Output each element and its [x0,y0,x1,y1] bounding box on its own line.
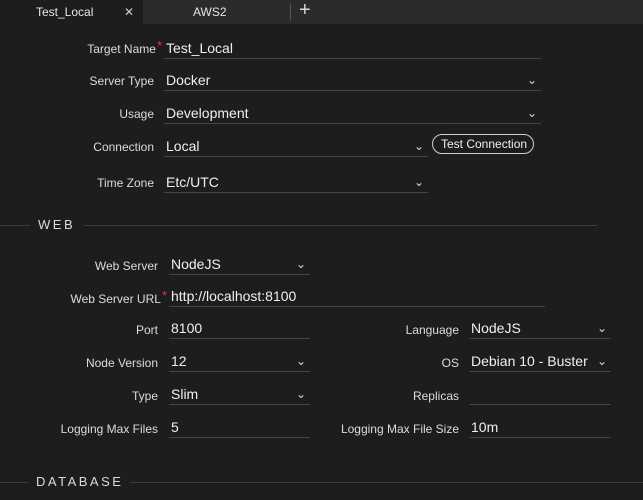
target-name-value: Test_Local [166,40,233,56]
logging-max-file-size-label: Logging Max File Size [340,422,459,436]
tab-bar: Test_Local ✕ AWS2 + [0,0,643,24]
os-select[interactable]: Debian 10 - Buster ⌄ [469,351,611,372]
chevron-down-icon: ⌄ [295,257,306,271]
server-type-value: Docker [166,72,211,88]
time-zone-label: Time Zone [97,176,154,190]
tab-test-local[interactable]: Test_Local ✕ [0,0,143,24]
type-label: Type [131,389,158,403]
target-name-label: Target Name* [87,38,162,56]
web-server-url-value: http://localhost:8100 [171,288,297,304]
web-section-title: WEB [38,217,76,232]
language-label: Language [405,323,459,337]
connection-label: Connection [93,140,154,154]
chevron-down-icon: ⌄ [596,321,607,335]
server-type-label: Server Type [89,74,154,88]
close-icon[interactable]: ✕ [124,0,134,24]
node-version-label: Node Version [85,356,158,370]
web-server-url-label: Web Server URL* [70,288,167,306]
logging-max-files-value: 5 [171,419,179,435]
logging-max-files-label: Logging Max Files [60,422,158,436]
connection-select[interactable]: Local ⌄ [164,136,428,157]
language-value: NodeJS [471,320,521,336]
os-value: Debian 10 - Buster [471,353,588,369]
chevron-down-icon: ⌄ [526,73,537,87]
web-server-label: Web Server [94,259,158,273]
web-server-value: NodeJS [171,256,221,272]
logging-max-files-field[interactable]: 5 [169,417,310,438]
section-divider [84,225,597,226]
chevron-down-icon: ⌄ [526,106,537,120]
replicas-field[interactable] [469,384,611,405]
port-value: 8100 [171,320,203,336]
type-select[interactable]: Slim ⌄ [169,384,310,405]
plus-icon[interactable]: + [299,0,311,21]
required-mark: * [161,288,167,303]
test-connection-button[interactable]: Test Connection [432,134,534,154]
section-divider [130,482,643,483]
time-zone-value: Etc/UTC [166,174,219,190]
usage-value: Development [166,105,249,121]
database-section-title: DATABASE [36,474,124,489]
language-select[interactable]: NodeJS ⌄ [469,318,611,339]
web-server-url-label-text: Web Server URL [70,292,161,306]
node-version-value: 12 [171,353,187,369]
server-type-select[interactable]: Docker ⌄ [164,70,541,91]
chevron-down-icon: ⌄ [295,354,306,368]
time-zone-select[interactable]: Etc/UTC ⌄ [164,172,428,193]
tab-label: Test_Local [36,5,94,19]
section-divider [0,482,28,483]
os-label: OS [441,356,459,370]
tab-label: AWS2 [193,5,227,19]
target-name-field[interactable]: Test_Local [164,38,541,59]
port-label: Port [135,323,158,337]
logging-max-file-size-field[interactable]: 10m [469,417,611,438]
required-mark: * [156,38,162,53]
tab-separator [290,4,291,20]
replicas-label: Replicas [412,389,459,403]
section-divider [0,225,30,226]
chevron-down-icon: ⌄ [413,175,424,189]
node-version-select[interactable]: 12 ⌄ [169,351,310,372]
type-value: Slim [171,386,199,402]
port-field[interactable]: 8100 [169,318,310,339]
chevron-down-icon: ⌄ [295,387,306,401]
tab-aws2[interactable]: AWS2 [143,0,288,24]
usage-select[interactable]: Development ⌄ [164,103,541,124]
logging-max-file-size-value: 10m [471,419,499,435]
usage-label: Usage [119,107,154,121]
web-server-select[interactable]: NodeJS ⌄ [169,254,310,275]
chevron-down-icon: ⌄ [413,139,424,153]
connection-value: Local [166,138,200,154]
web-server-url-field[interactable]: http://localhost:8100 [169,286,545,307]
target-name-label-text: Target Name [87,42,156,56]
chevron-down-icon: ⌄ [596,354,607,368]
